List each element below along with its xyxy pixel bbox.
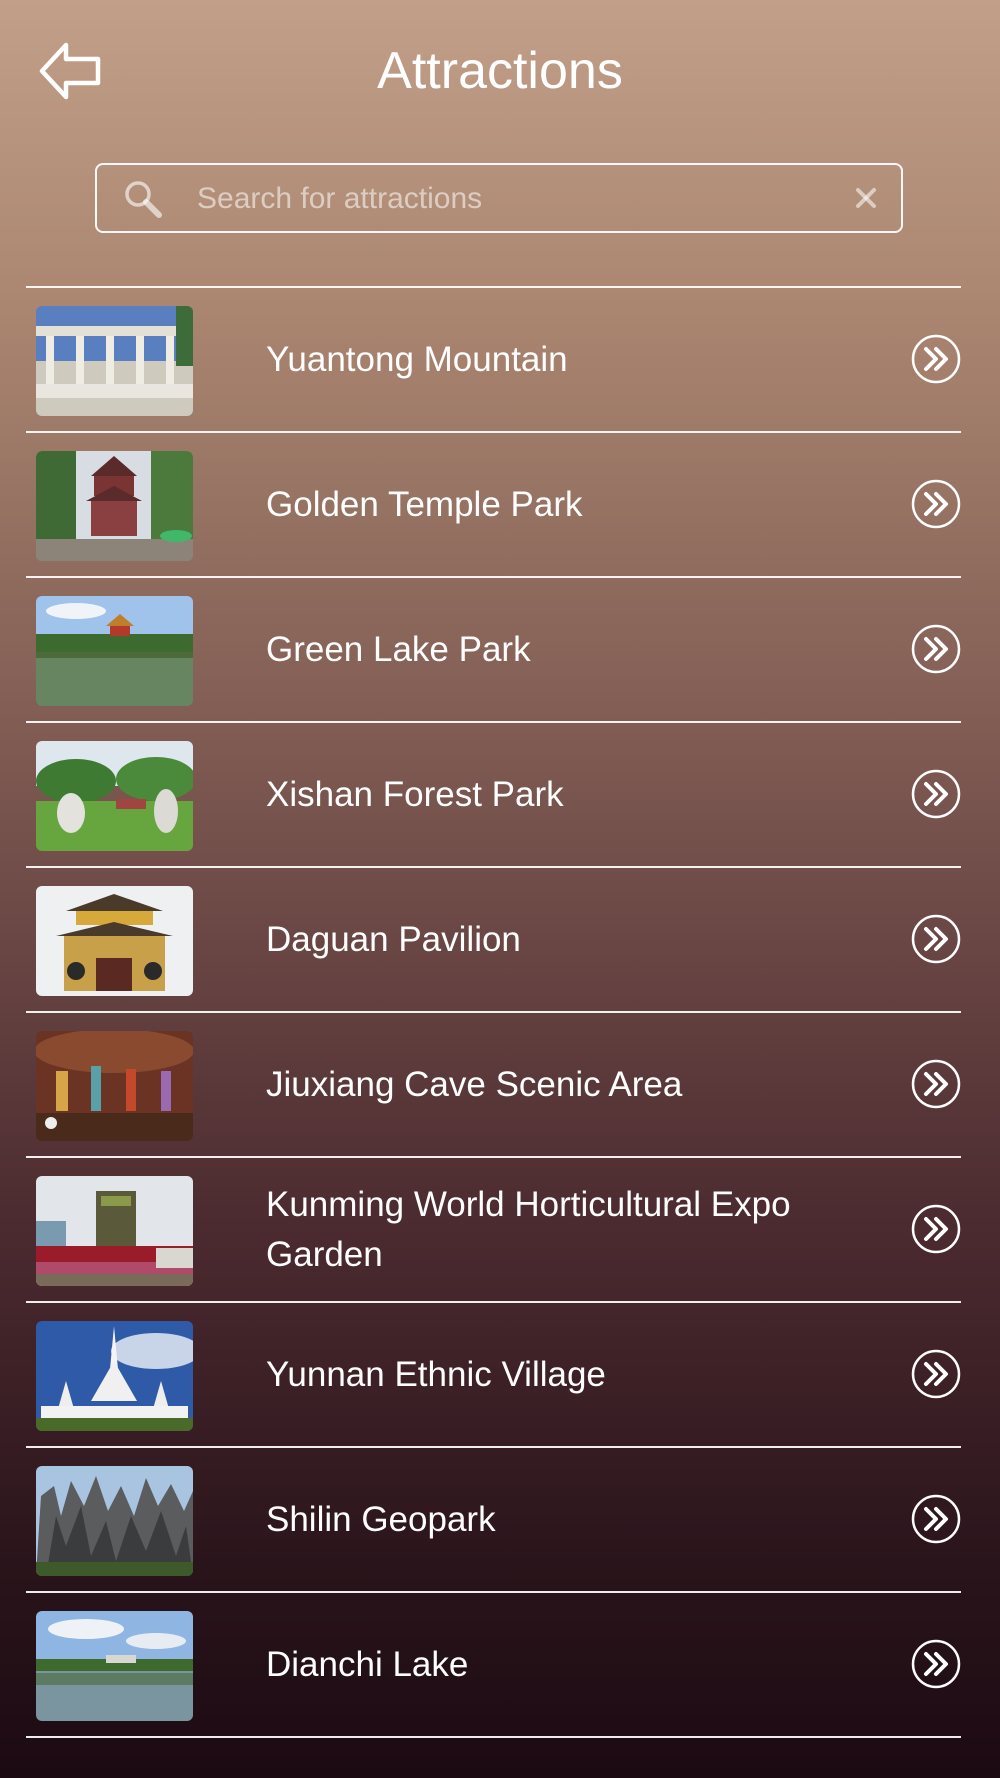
attraction-thumbnail bbox=[36, 451, 193, 561]
attraction-name: Golden Temple Park bbox=[266, 484, 583, 524]
attraction-name: Yunnan Ethnic Village bbox=[266, 1354, 606, 1394]
header: Attractions bbox=[0, 0, 1000, 140]
chevron-double-right-icon[interactable] bbox=[911, 769, 961, 819]
attraction-thumbnail bbox=[36, 306, 193, 416]
attraction-thumbnail bbox=[36, 596, 193, 706]
list-item[interactable]: Shilin Geopark bbox=[26, 1448, 961, 1591]
list-item[interactable]: Yuantong Mountain bbox=[26, 288, 961, 431]
chevron-double-right-icon[interactable] bbox=[911, 1494, 961, 1544]
search-input[interactable] bbox=[195, 173, 819, 225]
clear-search-icon[interactable] bbox=[853, 185, 879, 211]
attraction-name: Yuantong Mountain bbox=[266, 339, 568, 379]
attraction-name: Daguan Pavilion bbox=[266, 919, 521, 959]
chevron-double-right-icon[interactable] bbox=[911, 1059, 961, 1109]
list-item[interactable]: Yunnan Ethnic Village bbox=[26, 1303, 961, 1446]
chevron-double-right-icon[interactable] bbox=[911, 1349, 961, 1399]
list-item[interactable]: Xishan Forest Park bbox=[26, 723, 961, 866]
list-item[interactable]: Green Lake Park bbox=[26, 578, 961, 721]
attraction-thumbnail bbox=[36, 1321, 193, 1431]
attraction-name: Dianchi Lake bbox=[266, 1644, 469, 1684]
attraction-thumbnail bbox=[36, 1176, 193, 1286]
list-item[interactable]: Daguan Pavilion bbox=[26, 868, 961, 1011]
chevron-double-right-icon[interactable] bbox=[911, 624, 961, 674]
attraction-thumbnail bbox=[36, 741, 193, 851]
list-item[interactable]: Dianchi Lake bbox=[26, 1593, 961, 1736]
attraction-name: Xishan Forest Park bbox=[266, 774, 564, 814]
page-title: Attractions bbox=[377, 42, 623, 100]
chevron-double-right-icon[interactable] bbox=[911, 1204, 961, 1254]
chevron-double-right-icon[interactable] bbox=[911, 914, 961, 964]
attractions-list: Yuantong Mountain Golden Temple Park Gre… bbox=[26, 286, 961, 1738]
attraction-name: Green Lake Park bbox=[266, 629, 531, 669]
list-divider bbox=[26, 1736, 961, 1738]
attraction-thumbnail bbox=[36, 886, 193, 996]
attraction-thumbnail bbox=[36, 1031, 193, 1141]
attraction-name: Jiuxiang Cave Scenic Area bbox=[266, 1064, 683, 1104]
chevron-double-right-icon[interactable] bbox=[911, 1639, 961, 1689]
list-item[interactable]: Kunming World Horticultural Expo Garden bbox=[26, 1158, 961, 1301]
attraction-name: Kunming World Horticultural Expo Garden bbox=[266, 1184, 791, 1274]
list-item[interactable]: Jiuxiang Cave Scenic Area bbox=[26, 1013, 961, 1156]
search-icon bbox=[125, 181, 162, 218]
attraction-thumbnail bbox=[36, 1466, 193, 1576]
chevron-double-right-icon[interactable] bbox=[911, 334, 961, 384]
attraction-name: Shilin Geopark bbox=[266, 1499, 496, 1539]
attraction-thumbnail bbox=[36, 1611, 193, 1721]
list-item[interactable]: Golden Temple Park bbox=[26, 433, 961, 576]
chevron-double-right-icon[interactable] bbox=[911, 479, 961, 529]
search-bar[interactable] bbox=[95, 163, 903, 233]
